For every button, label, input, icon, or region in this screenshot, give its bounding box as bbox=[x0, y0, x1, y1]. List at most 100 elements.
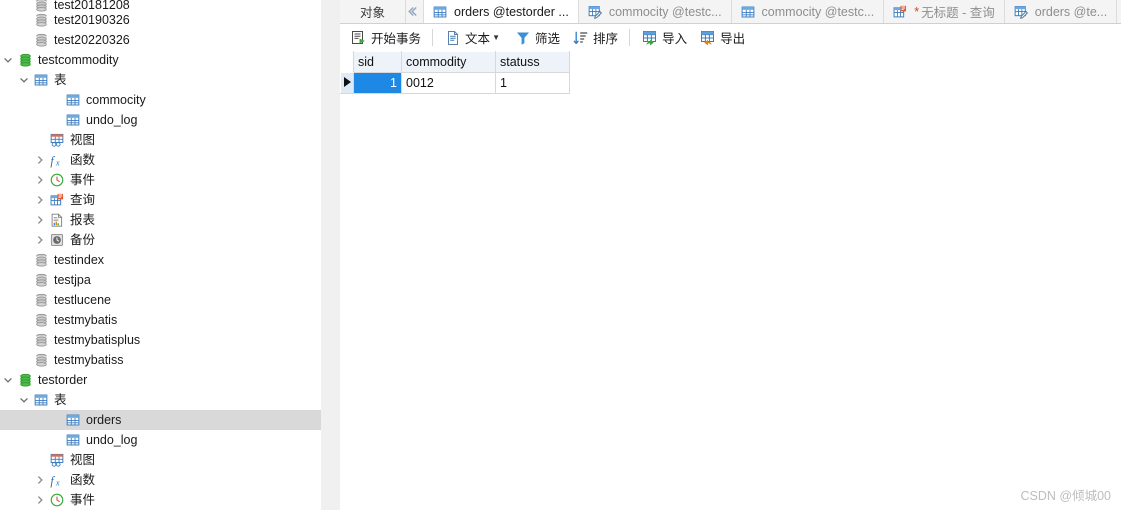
database-open-icon bbox=[16, 52, 34, 68]
tree-item-testjpa[interactable]: testjpa bbox=[0, 270, 321, 290]
import-label: 导入 bbox=[662, 32, 688, 46]
tree-item-label: 函数 bbox=[70, 152, 96, 167]
tree-item-事件[interactable]: 事件 bbox=[0, 490, 321, 510]
transaction-icon bbox=[350, 30, 367, 46]
import-button[interactable]: 导入 bbox=[635, 26, 693, 49]
tree-item-testmybatiss[interactable]: testmybatiss bbox=[0, 350, 321, 370]
result-table[interactable]: sid commodity statuss 1 0012 1 bbox=[340, 51, 570, 94]
chevron-down-icon[interactable] bbox=[16, 390, 32, 410]
table-icon bbox=[64, 412, 82, 428]
editor-tab-1[interactable]: commocity @testc... bbox=[578, 0, 732, 23]
begin-transaction-button[interactable]: 开始事务 bbox=[344, 26, 427, 49]
chevron-down-icon[interactable] bbox=[0, 50, 16, 70]
tree-item-函数[interactable]: f x 函数 bbox=[0, 150, 321, 170]
database-icon bbox=[32, 252, 50, 268]
tree-item-testmybatis[interactable]: testmybatis bbox=[0, 310, 321, 330]
database-icon bbox=[32, 32, 50, 48]
table-folder-icon bbox=[32, 72, 50, 88]
current-row-arrow-icon bbox=[340, 72, 354, 94]
cell-statuss[interactable]: 1 bbox=[495, 72, 570, 94]
import-icon bbox=[641, 30, 658, 46]
chevron-down-icon[interactable]: ▼ bbox=[490, 33, 502, 42]
objects-tab[interactable]: 对象 bbox=[340, 0, 406, 23]
chevron-right-icon[interactable] bbox=[32, 230, 48, 250]
tree-item-视图[interactable]: 视图 bbox=[0, 450, 321, 470]
tree-item-label: testjpa bbox=[54, 272, 91, 287]
cell-commodity[interactable]: 0012 bbox=[401, 72, 496, 94]
tree-item-testmybatisplus[interactable]: testmybatisplus bbox=[0, 330, 321, 350]
column-header-statuss[interactable]: statuss bbox=[495, 51, 570, 73]
tree-item-label: undo_log bbox=[86, 432, 138, 447]
view-icon bbox=[48, 452, 66, 468]
database-icon bbox=[32, 332, 50, 348]
database-icon bbox=[32, 352, 50, 368]
editor-tab-3[interactable]: * 无标题 - 查询 bbox=[884, 0, 1005, 23]
table-row[interactable]: 1 0012 1 bbox=[340, 72, 570, 94]
tree-item-testcommodity[interactable]: testcommodity bbox=[0, 50, 321, 70]
tree-item-label: testmybatiss bbox=[54, 352, 124, 367]
event-icon bbox=[48, 492, 66, 508]
tree-item-报表[interactable]: 报表 bbox=[0, 210, 321, 230]
chevron-right-icon[interactable] bbox=[32, 470, 48, 490]
tree-item-undo_log[interactable]: undo_log bbox=[0, 430, 321, 450]
tree-item-commocity[interactable]: commocity bbox=[0, 90, 321, 110]
tree-item-testindex[interactable]: testindex bbox=[0, 250, 321, 270]
column-header-commodity[interactable]: commodity bbox=[401, 51, 496, 73]
tree-item-表[interactable]: 表 bbox=[0, 390, 321, 410]
tree-item-testorder[interactable]: testorder bbox=[0, 370, 321, 390]
tree-item-label: 视图 bbox=[70, 132, 96, 147]
grid-toolbar[interactable]: 开始事务 文本 ▼ 筛选 排序 导入 导出 bbox=[340, 24, 1121, 51]
chevron-right-icon[interactable] bbox=[32, 150, 48, 170]
tree-item-查询[interactable]: 查询 bbox=[0, 190, 321, 210]
tree-item-事件[interactable]: 事件 bbox=[0, 170, 321, 190]
tab-bar[interactable]: 对象 orders @testorder ... commocity @testc… bbox=[340, 0, 1121, 24]
text-button[interactable]: 文本 ▼ bbox=[438, 26, 508, 49]
tree-item-testlucene[interactable]: testlucene bbox=[0, 290, 321, 310]
table-icon bbox=[64, 92, 82, 108]
svg-text:f: f bbox=[50, 473, 55, 487]
chevron-right-icon[interactable] bbox=[32, 490, 48, 510]
editor-tab-0[interactable]: orders @testorder ... bbox=[424, 0, 579, 23]
tree-item-label: 事件 bbox=[70, 492, 96, 507]
tree-item-orders[interactable]: orders bbox=[0, 410, 321, 430]
cell-sid[interactable]: 1 bbox=[353, 72, 402, 94]
grid-corner-cell[interactable] bbox=[340, 51, 354, 73]
chevron-right-icon[interactable] bbox=[32, 170, 48, 190]
chevron-right-icon[interactable] bbox=[32, 190, 48, 210]
tree-item-test20220326[interactable]: test20220326 bbox=[0, 30, 321, 50]
tree-item-备份[interactable]: 备份 bbox=[0, 230, 321, 250]
tree-item-label: orders bbox=[86, 412, 122, 427]
filter-button[interactable]: 筛选 bbox=[508, 26, 566, 49]
editor-tab-label: orders @testorder ... bbox=[454, 4, 569, 19]
sort-button[interactable]: 排序 bbox=[566, 26, 624, 49]
tree-item-函数[interactable]: f x 函数 bbox=[0, 470, 321, 490]
object-tree-panel[interactable]: test20181208 test20190326 test20220326 test… bbox=[0, 0, 321, 510]
database-icon bbox=[32, 292, 50, 308]
chevron-down-icon[interactable] bbox=[16, 70, 32, 90]
editor-tab-4[interactable]: orders @te... bbox=[1004, 0, 1118, 23]
data-grid[interactable]: sid commodity statuss 1 0012 1 bbox=[340, 51, 570, 94]
sort-ascending-icon bbox=[572, 30, 589, 46]
tab-scroll-left-button[interactable] bbox=[406, 0, 424, 23]
column-header-sid[interactable]: sid bbox=[353, 51, 402, 73]
text-label: 文本 bbox=[465, 32, 491, 46]
editor-tab-2[interactable]: commocity @testc... bbox=[731, 0, 885, 23]
tree-item-表[interactable]: 表 bbox=[0, 70, 321, 90]
chevron-down-icon[interactable] bbox=[0, 370, 16, 390]
table-edit-icon bbox=[1012, 4, 1030, 20]
tree-item-test20190326[interactable]: test20190326 bbox=[0, 10, 321, 30]
tree-item-视图[interactable]: 视图 bbox=[0, 130, 321, 150]
modified-indicator: * bbox=[914, 4, 920, 19]
chevron-right-icon[interactable] bbox=[32, 210, 48, 230]
table-icon bbox=[431, 4, 449, 20]
tree-item-test20181208[interactable]: test20181208 bbox=[0, 0, 321, 12]
vertical-scrollbar[interactable] bbox=[321, 0, 340, 510]
tree-item-undo_log[interactable]: undo_log bbox=[0, 110, 321, 130]
export-button[interactable]: 导出 bbox=[693, 26, 751, 49]
